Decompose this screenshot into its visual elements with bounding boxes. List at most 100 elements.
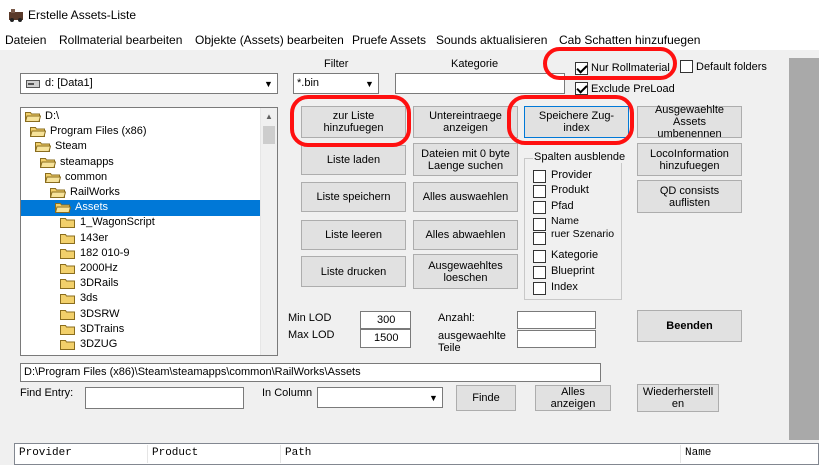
liste-leeren-button[interactable]: Liste leeren <box>301 220 406 250</box>
tree-item[interactable]: 1_WagonScript <box>21 215 261 231</box>
folder-icon <box>40 157 56 168</box>
folder-icon <box>35 142 51 153</box>
preview-panel <box>789 58 819 440</box>
column-header-provider[interactable]: Provider <box>15 445 148 463</box>
window-title: Erstelle Assets-Liste <box>28 8 137 22</box>
tree-item-label: steamapps <box>60 155 114 168</box>
spalten-checkbox[interactable] <box>533 266 546 279</box>
annotation-circle-zug-index <box>507 95 634 145</box>
ausgewaehltes-loeschen-button[interactable]: Ausgewaehltes loeschen <box>413 254 518 289</box>
column-header-product[interactable]: Product <box>148 445 281 463</box>
folder-icon <box>55 203 71 214</box>
in-column-select[interactable]: ▼ <box>317 387 443 408</box>
alles-auswaehlen-button[interactable]: Alles auswaehlen <box>413 182 518 212</box>
default-folders-checkbox[interactable] <box>680 60 693 73</box>
asset-list[interactable]: Provider Product Path Name <box>14 443 819 465</box>
spalten-checkbox[interactable] <box>533 250 546 263</box>
tree-item[interactable]: Program Files (x86) <box>21 124 261 140</box>
drive-select[interactable]: d: [Data1] ▼ <box>20 73 278 94</box>
tree-item[interactable]: D:\ <box>21 109 261 125</box>
wiederherstellen-button[interactable]: Wiederherstellen <box>637 384 719 412</box>
spalten-label: Pfad <box>551 200 574 212</box>
tree-item[interactable]: 3DTrains <box>21 322 261 338</box>
spalten-checkbox[interactable] <box>533 170 546 183</box>
qd-consists-button[interactable]: QD consists auflisten <box>637 180 742 213</box>
folder-tree[interactable]: D:\ Program Files (x86) Steam steamapps comm… <box>20 107 278 356</box>
liste-speichern-button[interactable]: Liste speichern <box>301 182 406 212</box>
alles-abwaehlen-button[interactable]: Alles abwaehlen <box>413 220 518 250</box>
tree-item[interactable]: steamapps <box>21 155 261 171</box>
find-entry-input[interactable] <box>85 387 244 409</box>
tree-scrollbar[interactable]: ▲ <box>260 108 277 355</box>
app-icon <box>9 9 23 22</box>
tree-item-label: 3DRails <box>80 277 119 290</box>
spalten-checkbox[interactable] <box>533 282 546 295</box>
tree-item-label: 182 010-9 <box>80 246 130 259</box>
tree-item-label: Assets <box>75 201 109 214</box>
filter-select[interactable]: *.bin ▼ <box>293 73 379 94</box>
path-field[interactable]: D:\Program Files (x86)\Steam\steamapps\c… <box>20 363 601 382</box>
annotation-circle-nur-rollmaterial <box>543 47 677 80</box>
exclude-preload-checkbox[interactable] <box>575 82 588 95</box>
scroll-thumb[interactable] <box>263 126 275 144</box>
chevron-down-icon[interactable]: ▼ <box>425 388 442 407</box>
tree-item-label: common <box>65 170 108 183</box>
folder-icon <box>60 294 75 305</box>
spalten-checkbox[interactable] <box>533 201 546 214</box>
liste-drucken-button[interactable]: Liste drucken <box>301 256 406 287</box>
tree-item[interactable]: common <box>21 170 261 186</box>
menu-sounds[interactable]: Sounds aktualisieren <box>436 33 547 47</box>
spalten-checkbox[interactable] <box>533 185 546 198</box>
finde-button[interactable]: Finde <box>456 385 516 411</box>
spalten-checkbox[interactable] <box>533 232 546 245</box>
menu-cab-schatten[interactable]: Cab Schatten hinzufuegen <box>559 33 700 47</box>
spalten-title: Spalten ausblende <box>533 151 627 163</box>
teile-field <box>517 330 596 348</box>
anzahl-field <box>517 311 596 329</box>
tree-item[interactable]: RailWorks <box>21 185 261 201</box>
beenden-button[interactable]: Beenden <box>637 310 742 342</box>
folder-icon <box>25 112 41 122</box>
tree-item[interactable]: Steam <box>21 139 261 155</box>
column-header-path[interactable]: Path <box>281 445 681 463</box>
tree-item[interactable]: 3ds <box>21 291 261 307</box>
kategorie-input[interactable] <box>395 73 565 94</box>
tree-item-label: 1_WagonScript <box>80 216 155 229</box>
max-lod-input[interactable]: 1500 <box>360 329 411 348</box>
folder-icon <box>60 309 75 320</box>
column-header-name[interactable]: Name <box>681 445 818 463</box>
tree-item-label: 3DTrains <box>80 322 125 335</box>
tree-item[interactable]: 3DZUG <box>21 337 261 353</box>
tree-item[interactable]: 3DRails <box>21 276 261 292</box>
scroll-up-icon[interactable]: ▲ <box>261 108 277 125</box>
kategorie-label: Kategorie <box>451 58 499 70</box>
annotation-circle-zur-liste <box>290 95 411 147</box>
locoinformation-button[interactable]: LocoInformation hinzufuegen <box>637 143 742 176</box>
tree-item[interactable]: 2000Hz <box>21 261 261 277</box>
tree-item[interactable]: Assets <box>21 200 262 217</box>
dateien-0-byte-button[interactable]: Dateien mit 0 byte Laenge suchen <box>413 143 518 176</box>
tree-item[interactable]: 3DSRW <box>21 307 261 323</box>
menu-rollmaterial[interactable]: Rollmaterial bearbeiten <box>59 33 182 47</box>
menu-pruefe-assets[interactable]: Pruefe Assets <box>352 33 426 47</box>
tree-item[interactable]: 182 010-9 <box>21 246 261 262</box>
chevron-down-icon[interactable]: ▼ <box>260 74 277 93</box>
spalten-checkbox[interactable] <box>533 218 546 231</box>
alles-anzeigen-button[interactable]: Alles anzeigen <box>535 385 611 411</box>
tree-item-label: 3DSRW <box>80 307 120 320</box>
min-lod-input[interactable]: 300 <box>360 311 411 329</box>
tree-item-label: 2000Hz <box>80 262 118 274</box>
spalten-label: Produkt <box>551 184 589 196</box>
drive-value: d: [Data1] <box>45 77 93 89</box>
chevron-down-icon[interactable]: ▼ <box>361 74 378 93</box>
liste-laden-button[interactable]: Liste laden <box>301 145 406 175</box>
untereintraege-button[interactable]: Untereintraege anzeigen <box>413 106 518 138</box>
min-lod-label: Min LOD <box>288 312 332 324</box>
menu-dateien[interactable]: Dateien <box>5 33 46 47</box>
tree-item[interactable]: 143er <box>21 231 261 247</box>
folder-icon <box>60 248 75 259</box>
assets-umbenennen-button[interactable]: Ausgewaehlte Assets umbenennen <box>637 104 742 140</box>
tree-item-label: 3ds <box>80 292 98 305</box>
spalten-label: Kategorie <box>551 249 599 261</box>
menu-objekte[interactable]: Objekte (Assets) bearbeiten <box>195 33 344 47</box>
